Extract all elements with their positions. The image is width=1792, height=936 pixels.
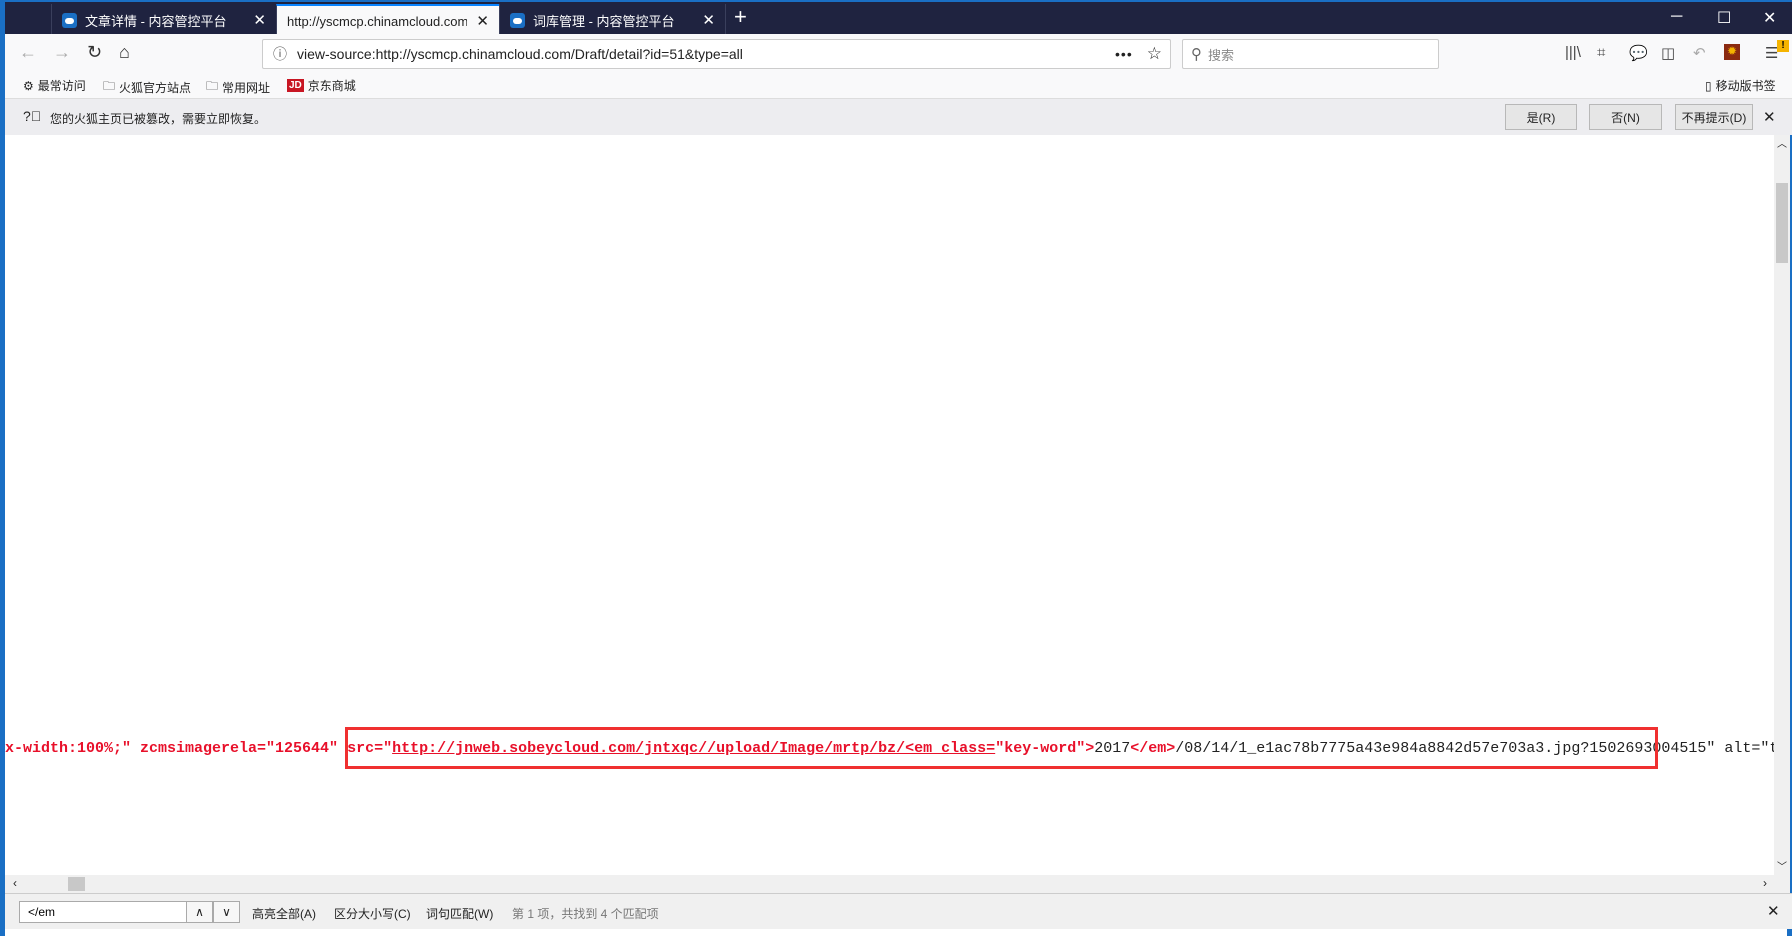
close-tab-icon[interactable]: ✕ [253, 11, 266, 29]
info-icon[interactable]: ⓘ [273, 44, 287, 64]
bookmark-jd[interactable]: JD 京东商城 [287, 77, 356, 94]
bookmark-label: 火狐官方站点 [119, 81, 192, 95]
back-button[interactable]: ← [19, 42, 37, 63]
scroll-thumb[interactable] [68, 877, 85, 891]
forward-button[interactable]: → [53, 42, 71, 63]
extension-icon[interactable]: ✹ [1724, 44, 1740, 60]
code-attrs: x-width:100%;" zcmsimagerela="125644" [5, 740, 348, 757]
close-tab-icon[interactable]: ✕ [476, 12, 489, 30]
find-next-button[interactable]: ∨ [213, 901, 240, 923]
search-input[interactable]: ⚲ 搜索 [1182, 39, 1439, 69]
source-view: x-width:100%;" zcmsimagerela="125644" sr… [5, 135, 1774, 875]
tab-label: http://yscmcp.chinamcloud.com/ [287, 13, 467, 29]
folder-icon: 🗀 [206, 79, 219, 93]
mobile-bookmarks[interactable]: ▯ 移动版书签 [1705, 77, 1776, 94]
sidebar-icon[interactable]: ◫ [1661, 44, 1675, 62]
no-button[interactable]: 否(N) [1589, 104, 1662, 130]
phone-icon: ▯ [1705, 78, 1712, 93]
scroll-up-icon[interactable]: ︿ [1777, 135, 1787, 150]
highlight-all-option[interactable]: 高亮全部(A) [252, 905, 316, 922]
bookmark-label: 移动版书签 [1715, 79, 1776, 93]
gear-icon: ⚙ [23, 78, 34, 93]
scroll-left-icon[interactable]: ‹ [13, 876, 17, 890]
bookmark-label: 常用网址 [222, 81, 271, 95]
yes-button[interactable]: 是(R) [1505, 104, 1577, 130]
notification-text: 您的火狐主页已被篡改，需要立即恢复。 [50, 112, 267, 126]
bookmark-star-icon[interactable]: ☆ [1147, 44, 1162, 64]
bookmark-firefox-site[interactable]: 🗀 火狐官方站点 [103, 77, 191, 98]
warning-badge-icon: ! [1777, 40, 1789, 52]
reload-button[interactable]: ↻ [87, 42, 102, 63]
alt-attr: alt="timg (2)" [1724, 740, 1774, 757]
folder-icon: 🗀 [103, 79, 116, 93]
home-button[interactable]: ⌂ [119, 42, 130, 63]
scroll-thumb[interactable] [1776, 183, 1788, 263]
page-actions-icon[interactable]: ••• [1115, 46, 1133, 62]
chat-icon[interactable]: 💬 [1629, 44, 1648, 62]
find-previous-button[interactable]: ∧ [186, 901, 213, 923]
bookmark-most-visited[interactable]: ⚙ 最常访问 [23, 77, 86, 94]
find-input[interactable] [19, 901, 187, 923]
vertical-scrollbar[interactable]: ︿ ﹀ [1774, 135, 1790, 875]
find-status: 第 1 项，共找到 4 个匹配项 [512, 907, 659, 921]
search-placeholder: 搜索 [1208, 47, 1235, 63]
bookmark-label: 最常访问 [37, 79, 86, 93]
new-tab-button[interactable]: + [734, 4, 747, 30]
bookmark-label: 京东商城 [307, 79, 356, 93]
scroll-down-icon[interactable]: ﹀ [1777, 858, 1787, 873]
whole-words-option[interactable]: 词句匹配(W) [426, 905, 493, 922]
question-icon: ?⃝ [23, 108, 42, 124]
close-tab-icon[interactable]: ✕ [702, 11, 715, 29]
screenshot-crop-icon[interactable]: ⌗ [1597, 44, 1605, 61]
undo-icon[interactable]: ↶ [1693, 44, 1706, 62]
cloud-favicon-icon [510, 12, 525, 28]
url-text[interactable]: view-source:http://yscmcp.chinamcloud.co… [297, 46, 743, 62]
jd-logo-icon: JD [287, 79, 304, 92]
search-icon: ⚲ [1191, 46, 1202, 63]
library-icon[interactable]: |||\ [1565, 44, 1581, 61]
url-bar[interactable]: ⓘ view-source:http://yscmcp.chinamcloud.… [262, 39, 1171, 69]
tab-lexicon[interactable]: 词库管理 - 内容管控平台 ✕ [499, 4, 725, 36]
horizontal-scrollbar[interactable]: ‹ › [5, 875, 1790, 893]
find-bar: ∧ ∨ 高亮全部(A) 区分大小写(C) 词句匹配(W) 第 1 项，共找到 4… [5, 893, 1792, 929]
tab-label: 词库管理 - 内容管控平台 [533, 13, 675, 29]
cloud-favicon-icon [62, 12, 77, 28]
match-case-option[interactable]: 区分大小写(C) [334, 905, 411, 922]
tab-view-source[interactable]: http://yscmcp.chinamcloud.com/ ✕ [276, 4, 499, 36]
highlight-box [345, 727, 1658, 769]
scroll-right-icon[interactable]: › [1763, 876, 1767, 890]
dont-remind-button[interactable]: 不再提示(D) [1675, 104, 1753, 130]
bookmark-common-sites[interactable]: 🗀 常用网址 [206, 77, 270, 98]
notification-bar: ?⃝ 您的火狐主页已被篡改，需要立即恢复。 是(R) 否(N) 不再提示(D) … [5, 98, 1792, 135]
tab-label: 文章详情 - 内容管控平台 [85, 13, 227, 29]
close-find-icon[interactable]: ✕ [1767, 902, 1780, 920]
close-window-button[interactable]: ✕ [1763, 8, 1776, 28]
close-notification-icon[interactable]: ✕ [1763, 108, 1776, 126]
maximize-button[interactable]: ☐ [1717, 8, 1731, 28]
tab-article-detail[interactable]: 文章详情 - 内容管控平台 ✕ [51, 4, 276, 36]
tab-bar: 文章详情 - 内容管控平台 ✕ http://yscmcp.chinamcloud… [5, 0, 1792, 36]
minimize-button[interactable]: ─ [1671, 8, 1682, 26]
bookmarks-toolbar: ⚙ 最常访问 🗀 火狐官方站点 🗀 常用网址 JD 京东商城 ▯ 移动版书签 [5, 72, 1792, 98]
